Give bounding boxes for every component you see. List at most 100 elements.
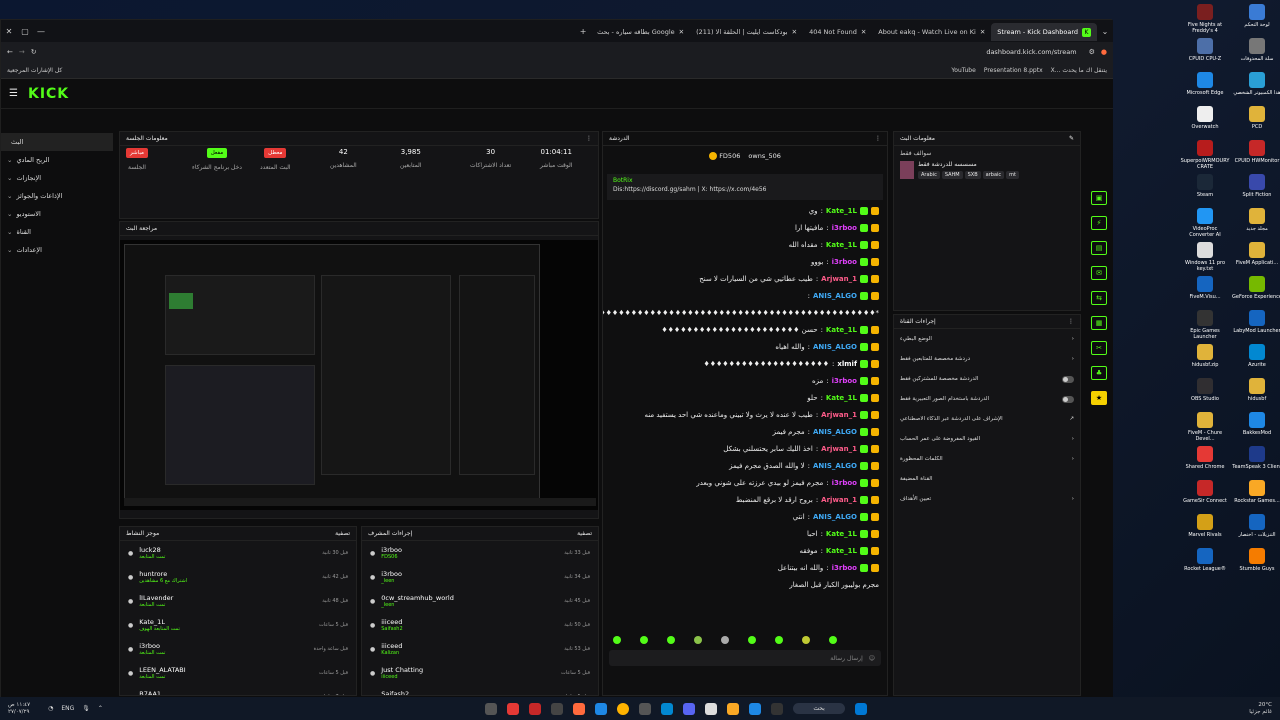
taskbar-search[interactable]: بحث (793, 703, 845, 714)
channel-action-item[interactable]: الدردشة باستخدام الصور التعبيرية فقط (894, 389, 1080, 409)
tab-kick-dashboard[interactable]: Stream - Kick Dashboard K (991, 23, 1097, 41)
stream-tag[interactable]: arbaic (982, 171, 1005, 179)
channel-action-item[interactable]: دردشة مخصصة للمتابعين فقط › (894, 349, 1080, 369)
modactions-filter[interactable]: تصفية (577, 530, 592, 537)
start-icon[interactable] (854, 702, 867, 715)
chat-message[interactable]: Arjwan_1: طيب لا عنده لا يرث ولا تبيني وم… (603, 406, 887, 423)
feed-user[interactable]: B7AA1 (139, 690, 165, 695)
stream-tag[interactable]: SXB (964, 171, 981, 179)
emote-icon[interactable] (694, 636, 702, 644)
tray-chevron-icon[interactable]: ⌃ (98, 705, 103, 712)
chat-message[interactable]: xlmif: ♦♦♦♦♦♦♦♦♦♦♦♦♦♦♦♦♦♦♦♦ (603, 355, 887, 372)
feed-item[interactable]: ● iiiceed Kalizan قبل 53 ثانية (362, 637, 598, 661)
emoji-icon[interactable]: ☺ (869, 655, 875, 662)
desktop-icon[interactable]: CPUID CPU-Z (1180, 38, 1230, 62)
app-icon[interactable] (529, 702, 542, 715)
channel-action-item[interactable]: القيود المفروضة على عمر الحساب › (894, 429, 1080, 449)
desktop-icon[interactable]: Azurite (1232, 344, 1280, 368)
desktop-icon[interactable]: Five Nights at Freddy's 4 (1180, 4, 1230, 34)
emote-icon[interactable] (667, 636, 675, 644)
stream-tag[interactable]: mt (1006, 171, 1019, 179)
chat-username[interactable]: ANIS_ALGO (813, 428, 857, 436)
tab-close-icon[interactable]: ✕ (861, 28, 866, 36)
feed-user[interactable]: LEEN_ALATABI (139, 666, 185, 674)
emote-icon[interactable] (721, 636, 729, 644)
desktop-icon[interactable]: Overwatch (1180, 106, 1230, 130)
discord-icon[interactable] (683, 702, 696, 715)
desktop-icon[interactable]: Marvel Rivals (1180, 514, 1230, 538)
settings-icon[interactable]: ⚙ (1089, 48, 1095, 56)
bookmark-youtube[interactable]: YouTube (951, 67, 975, 74)
chat-username[interactable]: ANIS_ALGO (813, 292, 857, 300)
desktop-icon[interactable]: FiveM - Chure Devel... (1180, 412, 1230, 442)
chat-username[interactable]: i3rboo (832, 224, 857, 232)
desktop-icon[interactable]: Epic Games Launcher (1180, 310, 1230, 340)
clock-time[interactable]: ١١:٤٧ ص (8, 702, 30, 709)
chat-username[interactable]: Kate_1L (826, 394, 857, 402)
hamburger-icon[interactable]: ☰ (9, 88, 18, 99)
desktop-icon[interactable]: hidusbf (1232, 378, 1280, 402)
chat-message[interactable]: ANIS_ALGO: انتي (603, 508, 887, 525)
desktop-icon[interactable]: Microsoft Edge (1180, 72, 1230, 96)
tool-icon[interactable]: ▤ (1091, 241, 1107, 255)
bookmark-x[interactable]: X... يتنقل اك ما يحدث (1051, 67, 1107, 74)
chat-username[interactable]: i3rboo (832, 479, 857, 487)
feed-item[interactable]: ● huntrore اشتراك مع 6 مشاهدين قبل 42 ثانية (120, 565, 356, 589)
stream-tag[interactable]: Arabic (918, 171, 940, 179)
desktop-icon[interactable]: GameSir Connect (1180, 480, 1230, 504)
channel-action-item[interactable]: الإشراف على الدردشة عبر الذكاء الاصطناعي… (894, 409, 1080, 429)
feed-item[interactable]: ● lILavender تمت المتابعة قبل 48 ثانية (120, 589, 356, 613)
brave-icon[interactable] (573, 702, 586, 715)
app-icon[interactable] (551, 702, 564, 715)
desktop-icon[interactable]: PCD (1232, 106, 1280, 130)
desktop-icon[interactable]: GeForce Experience (1232, 276, 1280, 300)
stream-video[interactable] (120, 240, 598, 510)
desktop-icon[interactable]: hidusbf.zip (1180, 344, 1230, 368)
chat-message[interactable]: Kate_1L: حسن ♦♦♦♦♦♦♦♦♦♦♦♦♦♦♦♦♦♦♦♦♦♦ (603, 321, 887, 338)
chat-username[interactable]: Kate_1L (826, 241, 857, 249)
feed-item[interactable]: ● i3rboo تمت المتابعة قبل ساعة واحدة (120, 637, 356, 661)
feed-user[interactable]: i3rboo (139, 642, 165, 650)
chat-message[interactable]: Kate_1L: موفقه (603, 542, 887, 559)
reload-icon[interactable]: ↻ (31, 48, 37, 56)
chat-username[interactable]: Arjwan_1 (821, 496, 857, 504)
chat-username[interactable]: ANIS_ALGO (813, 462, 857, 470)
minimize-icon[interactable]: — (33, 23, 49, 39)
menu-icon[interactable]: ● (1101, 48, 1107, 56)
app-icon[interactable] (595, 702, 608, 715)
tab-about-eakq[interactable]: About eakq - Watch Live on Ki ✕ (872, 23, 991, 41)
chat-message[interactable]: i3rboo: مافيتها ارا (603, 219, 887, 236)
channel-more-icon[interactable]: ⋮ (1068, 318, 1074, 325)
toggle-switch[interactable] (1062, 395, 1074, 403)
tool-icon[interactable]: ✉ (1091, 266, 1107, 280)
sidebar-item-4[interactable]: ⌄ الاستوديو (1, 205, 113, 223)
explorer-icon[interactable] (727, 702, 740, 715)
tab-podcast[interactable]: (211) بودكاست ايليت | الحلقة الا ✕ (690, 23, 803, 41)
chat-username[interactable]: Arjwan_1 (821, 445, 857, 453)
new-tab-icon[interactable]: + (575, 23, 591, 39)
app-icon[interactable] (771, 702, 784, 715)
chat-message[interactable]: i3rboo: بووو (603, 253, 887, 270)
more-icon[interactable]: ⋮ (586, 135, 592, 142)
app-icon[interactable] (485, 702, 498, 715)
chat-message[interactable]: i3rboo: والله انه بيتناعل (603, 559, 887, 576)
stream-tag[interactable]: SAHM (941, 171, 963, 179)
desktop-icon[interactable]: هذا الكمبيوتر الشخصي (1232, 72, 1280, 96)
kick-logo[interactable]: KICK (28, 86, 69, 102)
chat-message[interactable]: Arjwan_1: اخذ الليك سابر يحتسلني بشكل (603, 440, 887, 457)
feed-user[interactable]: i3rboo (381, 570, 402, 578)
desktop-icon[interactable]: SuperpoiWRMOURY CRATE (1180, 140, 1230, 170)
feed-item[interactable]: ● i3rboo _leen قبل 34 ثانية (362, 565, 598, 589)
forward-icon[interactable]: → (19, 48, 25, 56)
emote-icon[interactable] (748, 636, 756, 644)
chat-message[interactable]: *♦♦♦♦♦♦♦♦♦♦♦♦♦♦♦♦♦♦♦♦♦♦♦♦♦♦♦♦♦♦♦♦♦♦♦♦♦♦♦… (603, 304, 887, 321)
desktop-icon[interactable]: LabyMod Launcher (1232, 310, 1280, 334)
chat-message[interactable]: Kate_1L: حلو (603, 389, 887, 406)
tab-list-icon[interactable]: ⌄ (1097, 23, 1113, 39)
chat-username[interactable]: Kate_1L (826, 547, 857, 555)
chat-message[interactable]: Kate_1L: احبا (603, 525, 887, 542)
tool-icon[interactable]: ▣ (1091, 191, 1107, 205)
feed-item[interactable]: ●Saifash2العنوانقبل 5 ساعات (362, 685, 598, 695)
video-controls[interactable] (124, 498, 596, 506)
desktop-icon[interactable]: مجلد جديد (1232, 208, 1280, 232)
